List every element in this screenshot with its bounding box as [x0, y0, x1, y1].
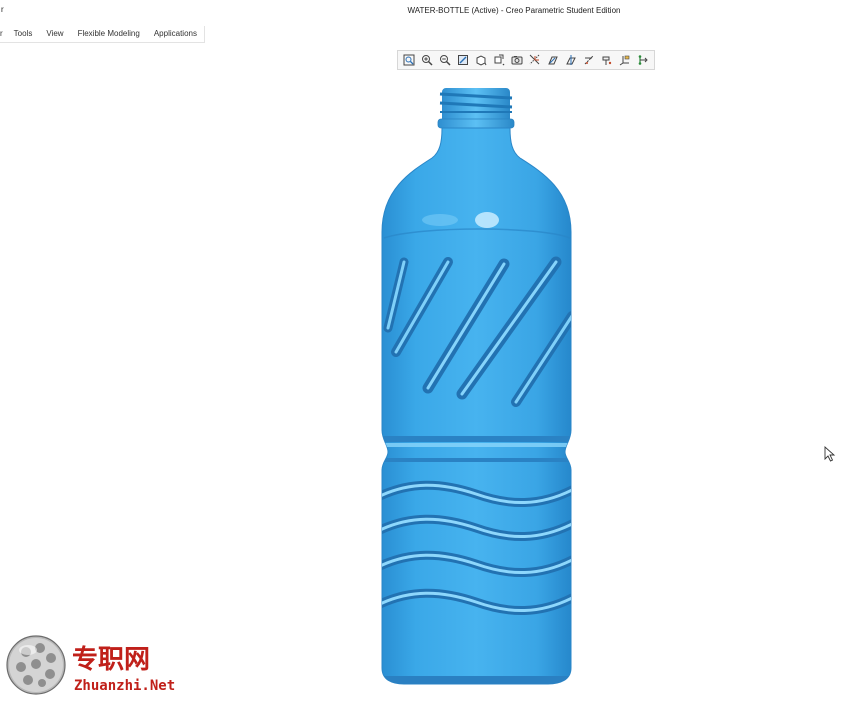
zoom-out-icon[interactable] — [437, 52, 453, 68]
water-bottle-model[interactable] — [0, 72, 868, 700]
menu-bar: r Tools View Flexible Modeling Applicati… — [0, 26, 205, 43]
display-style-icon[interactable] — [473, 52, 489, 68]
menu-item-partial[interactable]: r — [0, 26, 7, 42]
repaint-icon[interactable] — [455, 52, 471, 68]
graphics-viewport[interactable] — [0, 72, 868, 700]
refit-icon[interactable] — [401, 52, 417, 68]
view-manager-icon[interactable] — [509, 52, 525, 68]
menu-item-view[interactable]: View — [39, 26, 70, 42]
mouse-cursor-icon — [824, 446, 836, 462]
watermark-url-text: Zhuanzhi.Net — [74, 678, 175, 694]
title-bar: r WATER-BOTTLE (Active) - Creo Parametri… — [0, 0, 868, 22]
point-display-icon[interactable] — [599, 52, 615, 68]
csys-display-icon[interactable] — [617, 52, 633, 68]
menu-item-applications[interactable]: Applications — [147, 26, 204, 42]
watermark-chinese-text: 专职网 — [72, 645, 150, 675]
globe-logo-icon — [6, 635, 66, 695]
menu-item-flexible-modeling[interactable]: Flexible Modeling — [71, 26, 147, 42]
window-title: WATER-BOTTLE (Active) - Creo Parametric … — [407, 6, 621, 15]
plane-display-icon[interactable] — [563, 52, 579, 68]
datum-display-icon[interactable] — [545, 52, 561, 68]
axis-display-icon[interactable] — [581, 52, 597, 68]
saved-orientations-icon[interactable] — [491, 52, 507, 68]
zoom-in-icon[interactable] — [419, 52, 435, 68]
annotation-display-icon[interactable] — [635, 52, 651, 68]
graphics-toolbar — [397, 50, 655, 70]
menu-item-tools[interactable]: Tools — [7, 26, 40, 42]
perspective-view-icon[interactable] — [527, 52, 543, 68]
bottle-neck — [437, 88, 515, 129]
watermark-logo: 专职网 Zhuanzhi.Net — [4, 632, 204, 698]
